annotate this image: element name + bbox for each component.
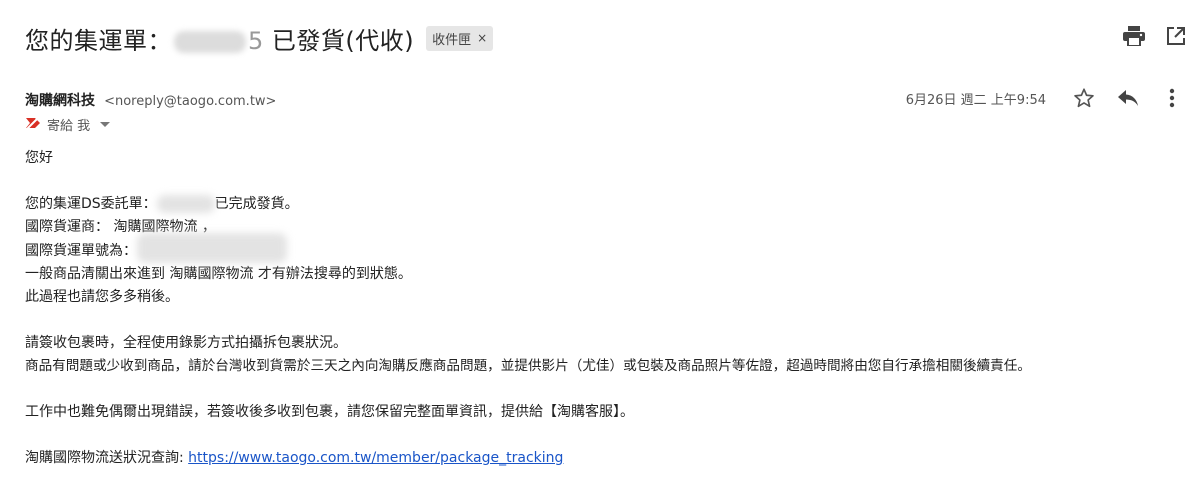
body-line-6: 請簽收包裹時，全程使用錄影方式拍攝拆包裹狀況。 — [25, 335, 347, 351]
star-icon[interactable] — [1072, 86, 1096, 110]
sender-name[interactable]: 淘購網科技 — [25, 93, 95, 109]
body-line-1: 您的集運DS委託單： 已完成發貨。 — [25, 193, 1031, 216]
body-line-3: 國際貨運單號為： — [25, 233, 1031, 263]
top-toolbar — [1122, 24, 1188, 48]
body-line-8: 工作中也難免偶爾出現錯誤，若簽收後多收到包裹，請您保留完整面單資訊，提供給【淘購… — [25, 404, 634, 420]
email-body: 您好 您的集運DS委託單： 已完成發貨。 國際貨運商： 淘購國際物流 ， 國際貨運… — [25, 147, 1031, 470]
message-date: 6月26日 週二 上午9:54 — [905, 92, 1046, 108]
greeting: 您好 — [25, 150, 53, 166]
important-marker-icon[interactable] — [25, 115, 41, 134]
sender-email: <noreply@taogo.com.tw> — [104, 94, 277, 109]
email-subject: 您的集運單： 5 已發貨(代收) — [25, 21, 414, 56]
tracking-link[interactable]: https://www.taogo.com.tw/member/package_… — [188, 450, 563, 466]
tracking-label: 淘購國際物流送狀況查詢: — [25, 450, 189, 466]
print-icon[interactable] — [1122, 24, 1146, 48]
body-line-4: 一般商品清關出來進到 淘購國際物流 才有辦法搜尋的到狀態。 — [25, 266, 412, 282]
recipient-text: 寄給 我 — [47, 119, 91, 134]
reply-icon[interactable] — [1116, 86, 1140, 110]
body-line-7: 商品有問題或少收到商品，請於台灣收到貨需於三天之內向淘購反應商品問題，並提供影片… — [25, 358, 1031, 374]
show-details-chevron-down-icon[interactable] — [100, 122, 111, 127]
inbox-label-chip[interactable]: 收件匣 × — [426, 25, 494, 51]
subject-tail-char: 5 — [248, 26, 264, 55]
more-vert-icon[interactable] — [1160, 86, 1184, 110]
subject-prefix: 您的集運單： — [25, 26, 172, 55]
redacted-order-number — [174, 30, 246, 53]
body-line-5: 此過程也請您多多稍後。 — [25, 289, 179, 305]
subject-row: 您的集運單： 5 已發貨(代收) 收件匣 × — [25, 20, 494, 56]
sender-row: 淘購網科技 <noreply@taogo.com.tw> 6月26日 週二 上午… — [25, 88, 1200, 112]
subject-suffix: 已發貨(代收) — [271, 26, 415, 55]
message-meta: 6月26日 週二 上午9:54 — [906, 86, 1184, 110]
redacted-tracking-number — [137, 233, 287, 263]
tracking-line: 淘購國際物流送狀況查詢: https://www.taogo.com.tw/me… — [25, 447, 1031, 470]
line1-prefix: 您的集運DS委託單： — [25, 196, 157, 212]
label-text: 收件匣 — [432, 32, 472, 48]
remove-label-icon[interactable]: × — [477, 31, 487, 45]
line3-label: 國際貨運單號為： — [25, 243, 137, 259]
redacted-order-id — [156, 195, 215, 213]
line1-suffix: 已完成發貨。 — [214, 196, 299, 212]
open-in-new-window-icon[interactable] — [1164, 24, 1188, 48]
recipient-row: 寄給 我 — [25, 115, 111, 134]
